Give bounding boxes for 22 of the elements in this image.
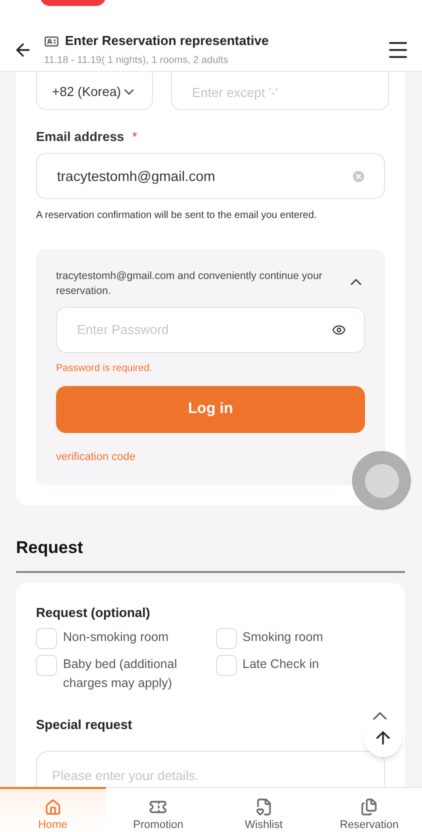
email-hint: A reservation confirmation will be sent to the email you entered. [36,208,318,222]
email-field[interactable]: tracytestomh@gmail.com [36,152,385,198]
login-message: tracytestomh@gmail.com and conveniently continue your reservation. [56,268,324,298]
password-field[interactable]: Enter Password [56,306,365,352]
country-code-select[interactable]: +82 (Korea) [36,72,154,110]
checkbox-label: Late Check in [242,656,320,673]
checkbox-label: Non-smoking room [63,629,170,646]
special-request-field[interactable]: Please enter your details. [36,750,385,787]
nav-tab[interactable]: Reservation [316,788,422,832]
request-section-label: Request (optional) [36,604,152,622]
email-label: Email address [36,128,124,146]
nav-tab[interactable]: Wishlist [211,788,316,832]
phone-input[interactable]: Enter except '-' [171,72,390,110]
page-title: Enter Reservation representative [65,32,269,50]
checkbox-label: Smoking room [242,629,324,646]
nav-tab[interactable]: Promotion [106,788,211,832]
required-mark: * [132,128,138,146]
checkbox-label: Baby bed (additional charges may apply) [63,656,178,692]
booking-summary: 11.18 - 11.19( 1 nights), 1 rooms, 2 adults [44,54,230,68]
password-error: Password is required. [56,362,154,376]
special-request-label: Special request [36,716,132,734]
request-heading: Request [16,537,84,559]
